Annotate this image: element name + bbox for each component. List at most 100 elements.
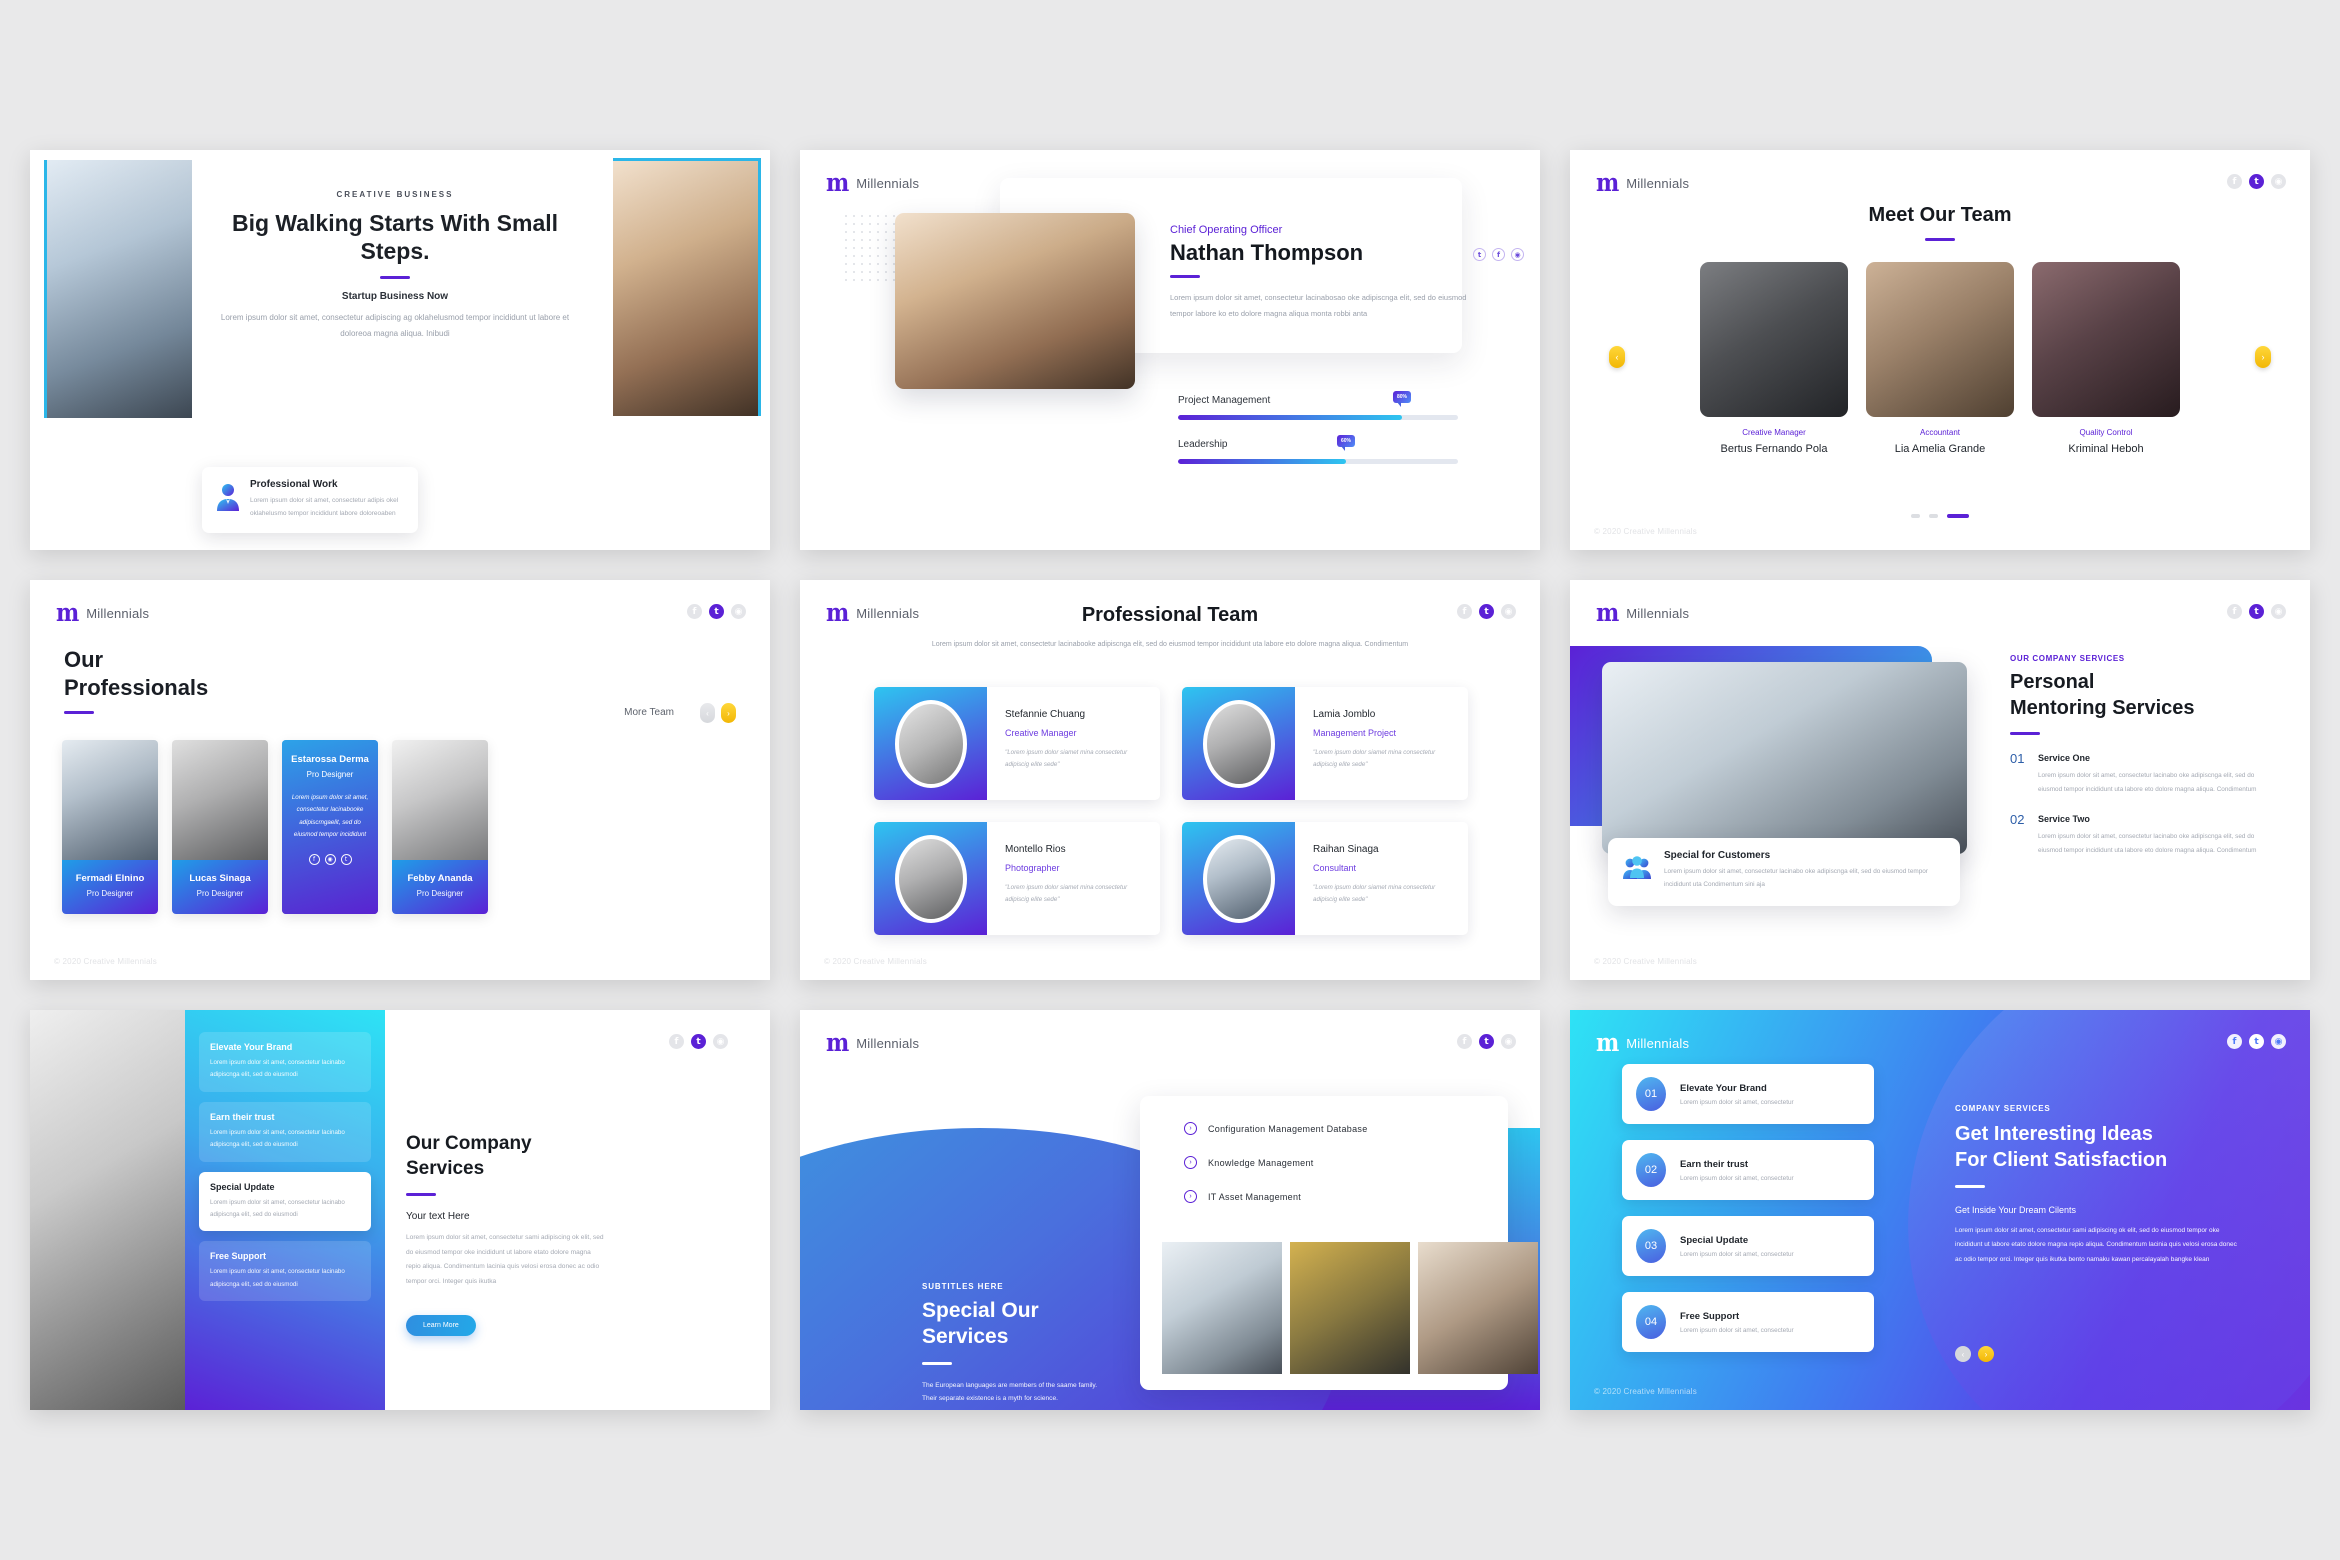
header-socials[interactable]: f t ◉ (669, 1034, 728, 1049)
service-tile-active[interactable]: Special Update Lorem ipsum dolor sit ame… (199, 1171, 371, 1232)
twitter-icon[interactable]: t (2249, 1034, 2264, 1049)
twitter-icon[interactable]: t (1479, 1034, 1494, 1049)
pager-dot[interactable] (1911, 514, 1920, 518)
twitter-icon[interactable]: t (691, 1034, 706, 1049)
instagram-icon[interactable]: ◉ (324, 853, 336, 865)
brand-logo[interactable]: m Millennials (1596, 600, 1689, 625)
professionals-title-line2: Professionals (64, 675, 209, 701)
carousel-prev-button[interactable]: ‹ (1955, 1346, 1971, 1362)
header-socials[interactable]: f t ◉ (2227, 174, 2286, 189)
header-socials[interactable]: f t ◉ (2227, 604, 2286, 619)
avatar (894, 834, 967, 923)
carousel-prev-button[interactable]: ‹ (700, 703, 715, 723)
team-card[interactable]: Raihan Sinaga Consultant "Lorem ipsum do… (1182, 822, 1468, 935)
team-card[interactable]: Montello Rios Photographer "Lorem ipsum … (874, 822, 1160, 935)
slide-interesting-ideas[interactable]: m Millennials f t ◉ 01 Elevate Your Bran… (1570, 1010, 2310, 1410)
service-body: Lorem ipsum dolor sit amet, consectetur … (2038, 833, 2257, 854)
idea-row[interactable]: 02 Earn their trust Lorem ipsum dolor si… (1622, 1140, 1874, 1200)
instagram-icon[interactable]: ◉ (713, 1034, 728, 1049)
pager-dot-active[interactable] (1947, 514, 1969, 518)
slide-our-professionals[interactable]: m Millennials f t ◉ Our Professionals Mo… (30, 580, 770, 980)
slide-company-services[interactable]: Elevate Your Brand Lorem ipsum dolor sit… (30, 1010, 770, 1410)
facebook-icon[interactable]: f (2227, 174, 2242, 189)
service-tile[interactable]: Free Support Lorem ipsum dolor sit amet,… (199, 1241, 371, 1302)
mentoring-title: Personal Mentoring Services (2010, 670, 2280, 721)
slide-special-services[interactable]: m Millennials f t ◉ SUBTITLES HERE Speci… (800, 1010, 1540, 1410)
professional-card[interactable]: Febby Ananda Pro Designer (392, 740, 488, 914)
idea-row[interactable]: 01 Elevate Your Brand Lorem ipsum dolor … (1622, 1064, 1874, 1124)
ideas-title-line2: For Client Satisfaction (1955, 1148, 2168, 1171)
professional-socials[interactable]: f ◉ t (291, 853, 369, 865)
professional-card-active[interactable]: Estarossa Derma Pro Designer Lorem ipsum… (282, 740, 378, 914)
service-tile[interactable]: Elevate Your Brand Lorem ipsum dolor sit… (199, 1032, 371, 1092)
facebook-icon[interactable]: f (2227, 604, 2242, 619)
service-tile[interactable]: Earn their trust Lorem ipsum dolor sit a… (199, 1101, 371, 1162)
professional-photo (62, 740, 158, 860)
twitter-icon[interactable]: t (340, 853, 352, 865)
instagram-icon[interactable]: ◉ (2271, 1034, 2286, 1049)
instagram-icon[interactable]: ◉ (731, 604, 746, 619)
professional-card[interactable]: Lucas Sinaga Pro Designer (172, 740, 268, 914)
profile-social-links[interactable]: t f ◉ (1473, 248, 1524, 261)
carousel-prev-button[interactable]: ‹ (1609, 346, 1625, 368)
header-socials[interactable]: f t ◉ (2227, 1034, 2286, 1049)
team-card-text: Stefannie Chuang Creative Manager "Lorem… (987, 687, 1160, 800)
professional-name: Febby Ananda (407, 873, 473, 884)
idea-row[interactable]: 03 Special Update Lorem ipsum dolor sit … (1622, 1216, 1874, 1276)
team-card[interactable]: Lamia Jomblo Management Project "Lorem i… (1182, 687, 1468, 800)
pager-dot[interactable] (1929, 514, 1938, 518)
more-team-link[interactable]: More Team (624, 707, 674, 718)
slide-mentoring[interactable]: m Millennials f t ◉ Special for Customer… (1570, 580, 2310, 980)
carousel-next-button[interactable]: › (2255, 346, 2271, 368)
team-card[interactable]: Stefannie Chuang Creative Manager "Lorem… (874, 687, 1160, 800)
twitter-icon[interactable]: t (2249, 174, 2264, 189)
brand-logo[interactable]: m Millennials (826, 170, 919, 195)
header-socials[interactable]: f t ◉ (1457, 1034, 1516, 1049)
carousel-pager[interactable] (1570, 514, 2310, 518)
facebook-icon[interactable]: f (1492, 248, 1505, 261)
team-member[interactable]: Accountant Lia Amelia Grande (1866, 262, 2014, 455)
twitter-icon[interactable]: t (1473, 248, 1486, 261)
chevron-right-icon: › (1184, 1190, 1197, 1203)
facebook-icon[interactable]: f (2227, 1034, 2242, 1049)
hero-feature-card[interactable]: Professional Work Lorem ipsum dolor sit … (202, 467, 418, 533)
team-member[interactable]: Quality Control Kriminal Heboh (2032, 262, 2180, 455)
brand-logo[interactable]: m Millennials (56, 600, 149, 625)
brand-logo[interactable]: m Millennials (826, 1030, 919, 1055)
twitter-icon[interactable]: t (709, 604, 724, 619)
slide-meet-team[interactable]: m Millennials f t ◉ Meet Our Team Creati… (1570, 150, 2310, 550)
instagram-icon[interactable]: ◉ (2271, 604, 2286, 619)
slide-hero[interactable]: CREATIVE BUSINESS Big Walking Starts Wit… (30, 150, 770, 550)
facebook-icon[interactable]: f (687, 604, 702, 619)
twitter-icon[interactable]: t (2249, 604, 2264, 619)
member-name: Kriminal Heboh (2068, 443, 2144, 455)
service-link[interactable]: › Knowledge Management (1184, 1156, 1486, 1169)
brand-logo[interactable]: m Millennials (1596, 1030, 1689, 1055)
chevron-right-icon: › (1184, 1156, 1197, 1169)
professionals-nav[interactable]: ‹ › (700, 703, 736, 723)
slide-professional-team[interactable]: m Millennials f t ◉ Professional Team Lo… (800, 580, 1540, 980)
carousel-next-button[interactable]: › (1978, 1346, 1994, 1362)
special-customers-card[interactable]: Special for Customers Lorem ipsum dolor … (1608, 838, 1960, 906)
instagram-icon[interactable]: ◉ (1501, 1034, 1516, 1049)
service-link[interactable]: › IT Asset Management (1184, 1190, 1486, 1203)
idea-title: Elevate Your Brand (1680, 1082, 1767, 1094)
instagram-icon[interactable]: ◉ (1511, 248, 1524, 261)
idea-body: Lorem ipsum dolor sit amet, consectetur (1680, 1098, 1794, 1106)
facebook-icon[interactable]: f (669, 1034, 684, 1049)
service-link[interactable]: › Configuration Management Database (1184, 1122, 1486, 1135)
ideas-nav[interactable]: ‹ › (1955, 1346, 1994, 1362)
team-member[interactable]: Creative Manager Bertus Fernando Pola (1700, 262, 1848, 455)
professional-card[interactable]: Fermadi Elnino Pro Designer (62, 740, 158, 914)
facebook-icon[interactable]: f (308, 853, 320, 865)
idea-row[interactable]: 04 Free Support Lorem ipsum dolor sit am… (1622, 1292, 1874, 1352)
instagram-icon[interactable]: ◉ (2271, 174, 2286, 189)
learn-more-button[interactable]: Learn More (406, 1315, 476, 1337)
header-socials[interactable]: f t ◉ (687, 604, 746, 619)
brand-logo[interactable]: m Millennials (1596, 170, 1689, 195)
carousel-next-button[interactable]: › (721, 703, 736, 723)
slide-profile[interactable]: m Millennials Chief Operating Officer Na… (800, 150, 1540, 550)
service-link-label: IT Asset Management (1208, 1191, 1302, 1202)
facebook-icon[interactable]: f (1457, 1034, 1472, 1049)
professional-role: Pro Designer (306, 770, 354, 779)
